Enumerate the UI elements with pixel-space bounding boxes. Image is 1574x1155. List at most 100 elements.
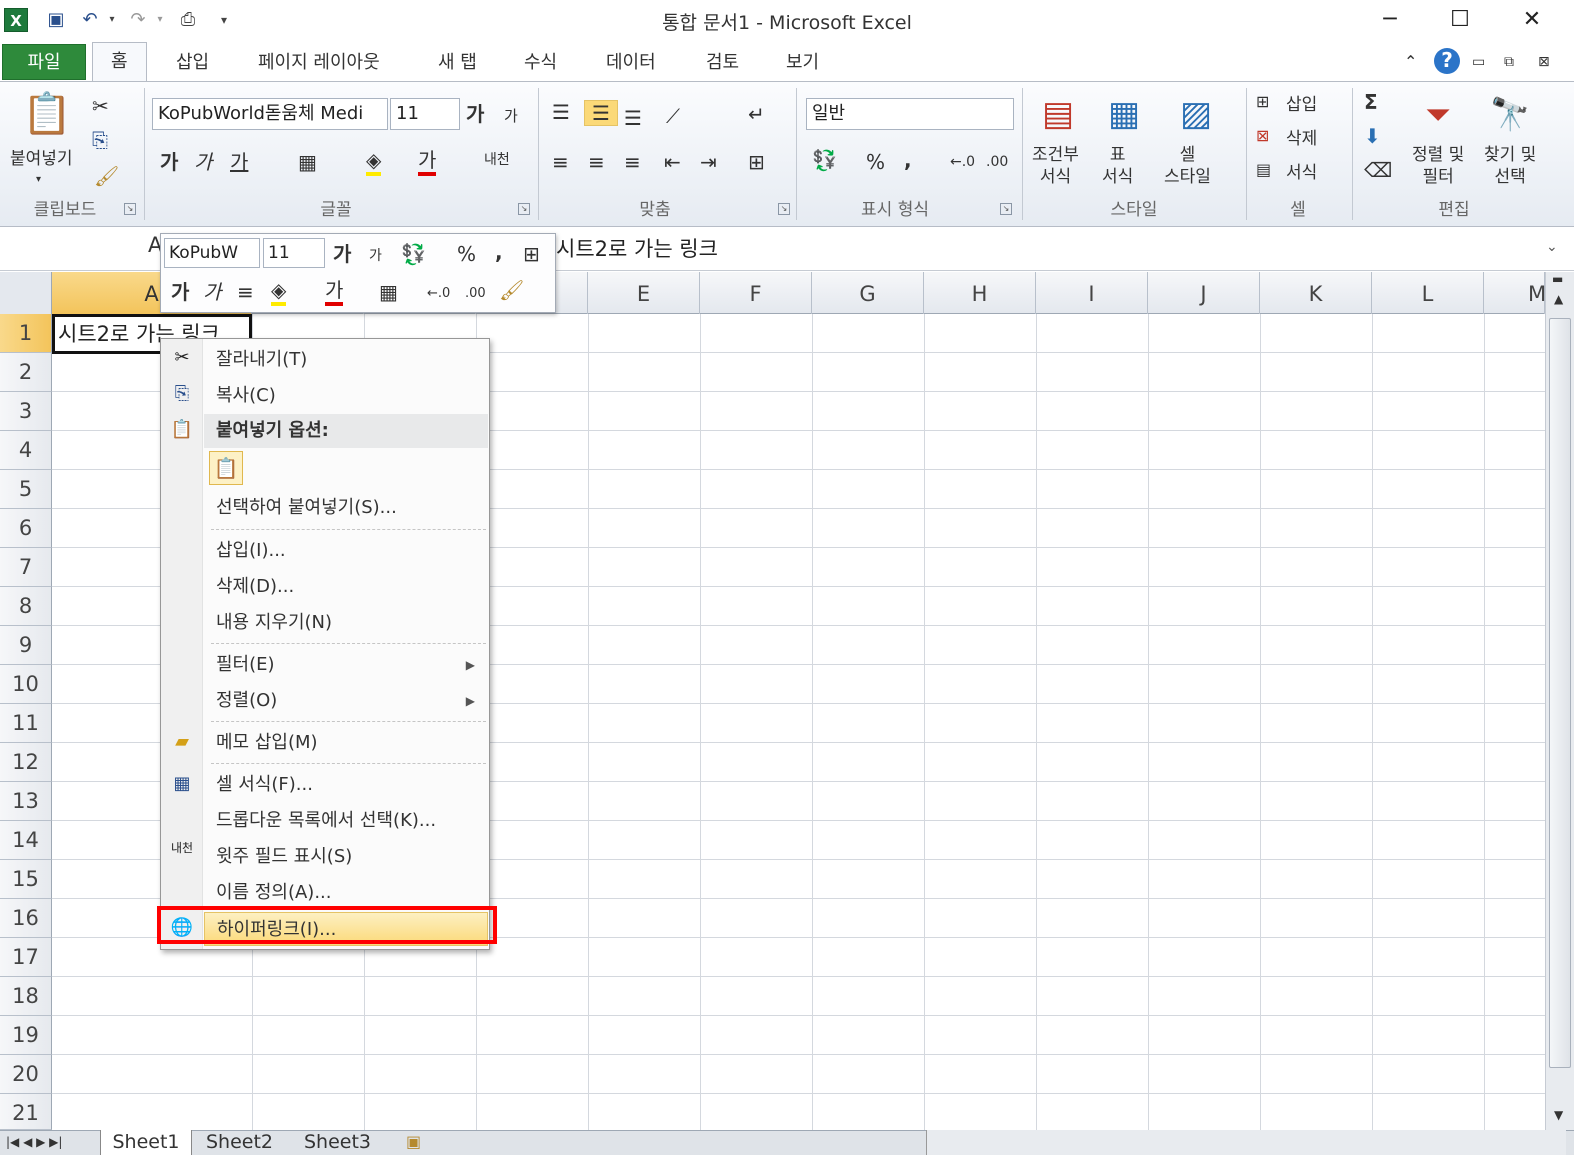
sort-filter-button[interactable]: 정렬 및 필터 [1412, 144, 1464, 188]
sheet-tab-1[interactable]: Sheet1 [100, 1130, 192, 1155]
row-header[interactable]: 13 [0, 782, 52, 821]
tab-home[interactable]: 홈 [92, 42, 147, 82]
row-header[interactable]: 3 [0, 392, 52, 431]
delete-cells-button[interactable]: 삭제 [1286, 124, 1317, 149]
menu-item-insert[interactable]: 삽입(I)... [204, 534, 488, 568]
column-header-m[interactable]: M [1484, 272, 1546, 314]
italic-button[interactable]: 가 [194, 150, 212, 174]
mini-shrink-font-icon[interactable]: 가 [369, 244, 382, 268]
column-header-e[interactable]: E [588, 272, 700, 314]
bold-button[interactable]: 가 [160, 150, 178, 174]
format-as-table-icon[interactable]: ▦ [1100, 90, 1148, 138]
row-header[interactable]: 4 [0, 431, 52, 470]
column-header-f[interactable]: F [700, 272, 812, 314]
border-icon[interactable]: ▦ [298, 150, 317, 174]
find-select-button[interactable]: 찾기 및 선택 [1484, 144, 1536, 188]
align-top-icon[interactable]: ☰ [552, 100, 570, 124]
menu-item-cut[interactable]: 잘라내기(T) [204, 343, 488, 377]
cut-icon[interactable]: ✂ [92, 94, 109, 118]
font-size-select[interactable]: 11 [390, 98, 460, 130]
tab-formulas[interactable]: 수식 [524, 48, 557, 78]
mini-font-select[interactable]: KoPubW [164, 238, 260, 268]
sheet-tab-3[interactable]: Sheet3 [304, 1130, 371, 1155]
orientation-icon[interactable]: ⟋ [666, 104, 680, 128]
accounting-format-icon[interactable]: 💱 [812, 148, 837, 172]
percent-button[interactable]: % [866, 150, 885, 174]
formula-input[interactable]: 시트2로 가는 링크 [556, 233, 718, 263]
phonetic-guide-icon[interactable]: 내천 [484, 148, 510, 172]
clear-icon[interactable]: ⌫ [1364, 158, 1392, 182]
redo-icon[interactable]: ↷ [126, 8, 150, 32]
tab-file[interactable]: 파일 [2, 44, 86, 80]
split-handle-icon[interactable]: ▬ [1552, 272, 1563, 286]
insert-sheet-icon[interactable]: ▣ [406, 1130, 421, 1155]
row-header[interactable]: 19 [0, 1016, 52, 1055]
mini-format-painter-icon[interactable]: 🖌 [499, 278, 524, 302]
menu-item-paste-special[interactable]: 선택하여 붙여넣기(S)... [204, 491, 488, 525]
row-header[interactable]: 17 [0, 938, 52, 977]
tab-view[interactable]: 보기 [786, 48, 819, 78]
undo-dropdown-icon[interactable]: ▾ [100, 8, 124, 32]
conditional-format-icon[interactable]: ▤ [1034, 90, 1082, 138]
menu-item-sort[interactable]: 정렬(O) [204, 684, 488, 718]
increase-indent-icon[interactable]: ⇥ [700, 150, 717, 174]
align-left-icon[interactable]: ≡ [552, 150, 569, 174]
cell-styles-button[interactable]: 셀 스타일 [1164, 144, 1211, 188]
wrap-text-icon[interactable]: ↵ [748, 102, 765, 126]
insert-cells-button[interactable]: 삽입 [1286, 90, 1317, 115]
mini-bold-button[interactable]: 가 [171, 280, 189, 304]
increase-decimal-icon[interactable]: ←.0 [950, 150, 975, 174]
tab-new[interactable]: 새 탭 [438, 48, 477, 78]
row-header[interactable]: 21 [0, 1094, 52, 1130]
fill-color-icon[interactable]: ◈ [366, 148, 382, 176]
row-header[interactable]: 16 [0, 899, 52, 938]
mini-grow-font-icon[interactable]: 가 [333, 242, 351, 266]
decrease-indent-icon[interactable]: ⇤ [664, 150, 681, 174]
tab-insert[interactable]: 삽입 [176, 48, 209, 78]
row-header[interactable]: 5 [0, 470, 52, 509]
menu-item-copy[interactable]: 복사(C) [204, 379, 488, 413]
doc-restore-icon[interactable]: ⧉ [1504, 50, 1514, 74]
row-header[interactable]: 1 [0, 314, 52, 353]
excel-logo-icon[interactable]: X [4, 8, 28, 32]
menu-item-delete[interactable]: 삭제(D)... [204, 570, 488, 604]
menu-item-format-cells[interactable]: 셀 서식(F)... [204, 768, 488, 802]
menu-item-pick-from-list[interactable]: 드롭다운 목록에서 선택(K)... [204, 804, 488, 838]
comma-button[interactable]: , [904, 148, 912, 172]
save-icon[interactable]: ▣ [44, 8, 68, 32]
sort-filter-icon[interactable]: ⏷ [1416, 90, 1460, 138]
format-as-table-button[interactable]: 표 서식 [1102, 144, 1133, 188]
align-bottom-icon[interactable]: ☰ [624, 106, 642, 130]
paste-dropdown-icon[interactable]: ▾ [36, 168, 41, 192]
close-button[interactable]: ✕ [1508, 4, 1556, 36]
number-format-select[interactable]: 일반 [806, 98, 1014, 130]
column-header-i[interactable]: I [1036, 272, 1148, 314]
doc-minimize-icon[interactable]: ▭ [1472, 50, 1485, 74]
delete-cells-icon[interactable]: ⊠ [1256, 124, 1269, 148]
autosum-icon[interactable]: Σ [1364, 90, 1378, 114]
row-header[interactable]: 7 [0, 548, 52, 587]
shrink-font-icon[interactable]: 가 [504, 104, 518, 128]
scroll-up-icon[interactable]: ▲ [1554, 292, 1563, 306]
mini-decrease-decimal-icon[interactable]: .00 [465, 282, 486, 306]
mini-increase-decimal-icon[interactable]: ←.0 [427, 282, 450, 306]
paste-button[interactable]: 붙여넣기 [10, 144, 73, 169]
row-header[interactable]: 10 [0, 665, 52, 704]
format-cells-button[interactable]: 서식 [1286, 158, 1317, 183]
doc-close-icon[interactable]: ⊠ [1538, 50, 1550, 74]
help-icon[interactable]: ? [1434, 48, 1460, 74]
row-header[interactable]: 15 [0, 860, 52, 899]
align-middle-icon[interactable]: ☰ [584, 100, 618, 126]
row-header[interactable]: 8 [0, 587, 52, 626]
menu-item-filter[interactable]: 필터(E) [204, 648, 488, 682]
font-color-button[interactable]: 가 [418, 148, 437, 176]
underline-button[interactable]: 가 [230, 150, 248, 174]
fill-icon[interactable]: ⬇ [1364, 124, 1381, 148]
mini-font-color-button[interactable]: 가 [325, 278, 344, 306]
menu-item-define-name[interactable]: 이름 정의(A)... [204, 876, 488, 910]
font-name-select[interactable]: KoPubWorld돋움체 Medi [152, 98, 388, 130]
mini-italic-button[interactable]: 가 [203, 280, 221, 304]
conditional-format-button[interactable]: 조건부 서식 [1032, 144, 1079, 188]
decrease-decimal-icon[interactable]: .00 [986, 150, 1008, 174]
menu-item-insert-comment[interactable]: 메모 삽입(M) [204, 726, 488, 760]
